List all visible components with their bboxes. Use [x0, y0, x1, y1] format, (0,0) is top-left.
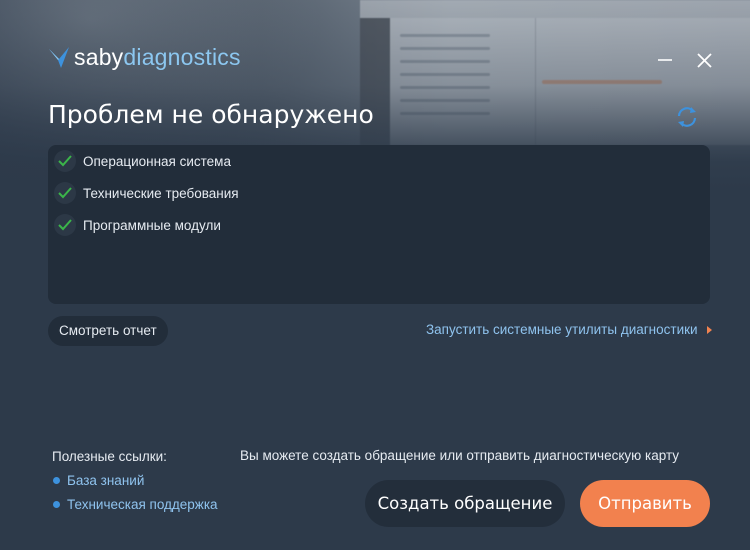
close-icon	[697, 53, 712, 68]
arrow-right-icon	[706, 325, 712, 334]
check-icon	[54, 182, 76, 204]
tech-support-label: Техническая поддержка	[67, 497, 218, 512]
diagnostics-window: saby diagnostics Проблем не обнаружено Оп…	[0, 0, 750, 550]
check-icon	[54, 214, 76, 236]
bullet-dot-icon	[53, 477, 60, 484]
minimize-icon	[658, 59, 672, 61]
run-system-utils-label: Запустить системные утилиты диагностики	[426, 322, 698, 337]
check-item-requirements: Технические требования	[54, 182, 239, 204]
bullet-dot-icon	[53, 501, 60, 508]
check-label: Операционная система	[83, 153, 231, 169]
send-button[interactable]: Отправить	[580, 480, 710, 527]
create-ticket-button[interactable]: Создать обращение	[365, 480, 565, 527]
refresh-icon	[677, 107, 697, 127]
check-label: Программные модули	[83, 217, 221, 233]
useful-links-title: Полезные ссылки:	[52, 449, 167, 464]
minimize-button[interactable]	[654, 48, 678, 72]
submit-hint-text: Вы можете создать обращение или отправит…	[240, 448, 680, 463]
tech-support-link[interactable]: Техническая поддержка	[53, 497, 218, 512]
view-report-button[interactable]: Смотреть отчет	[48, 316, 168, 346]
logo-mark-icon	[49, 46, 69, 68]
page-title: Проблем не обнаружено	[48, 100, 374, 129]
refresh-button[interactable]	[674, 104, 700, 130]
logo-text-saby: saby	[74, 44, 124, 70]
logo-text-diagnostics: diagnostics	[123, 44, 241, 70]
check-label: Технические требования	[83, 185, 239, 201]
app-logo: saby diagnostics	[48, 44, 241, 71]
knowledge-base-label: База знаний	[67, 473, 145, 488]
check-icon	[54, 150, 76, 172]
close-button[interactable]	[692, 48, 716, 72]
check-item-os: Операционная система	[54, 150, 231, 172]
knowledge-base-link[interactable]: База знаний	[53, 473, 144, 488]
diagnostic-results-panel: Операционная система Технические требова…	[48, 145, 710, 304]
run-system-utils-link[interactable]: Запустить системные утилиты диагностики	[426, 322, 712, 337]
check-item-modules: Программные модули	[54, 214, 221, 236]
